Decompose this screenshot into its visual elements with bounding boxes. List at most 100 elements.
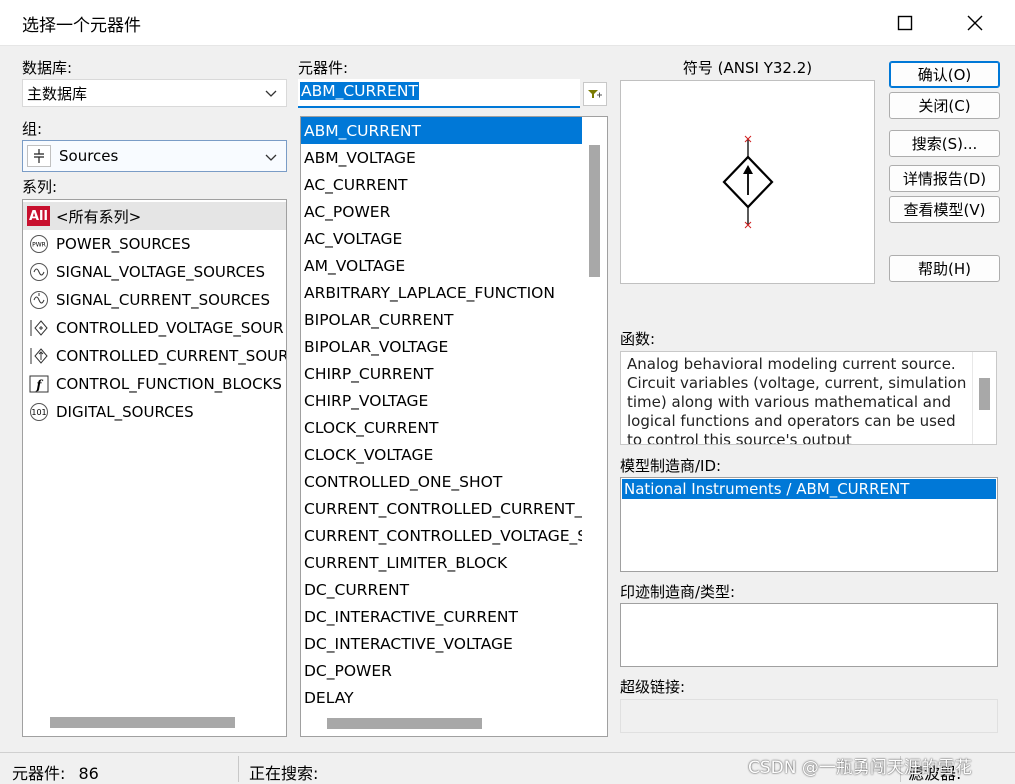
help-button[interactable]: 帮助(H) — [889, 255, 1000, 282]
function-label: 函数: — [620, 330, 656, 348]
component-list-item[interactable]: AM_VOLTAGE — [301, 252, 582, 279]
component-input-value: ABM_CURRENT — [300, 82, 419, 100]
digital-source-icon: 101 — [27, 402, 50, 422]
database-select[interactable]: 主数据库 — [22, 79, 287, 107]
model-manufacturer-label: 模型制造商/ID: — [620, 457, 722, 475]
scrollbar-thumb[interactable] — [50, 717, 235, 728]
component-list-item[interactable]: CLOCK_VOLTAGE — [301, 441, 582, 468]
family-item-label: CONTROLLED_VOLTAGE_SOUR — [56, 319, 284, 337]
group-select[interactable]: Sources — [22, 140, 287, 172]
component-list-item[interactable]: DC_POWER — [301, 657, 582, 684]
component-list-item[interactable]: DC_CURRENT — [301, 576, 582, 603]
family-item-label: SIGNAL_VOLTAGE_SOURCES — [56, 263, 266, 281]
component-list-item[interactable]: CLOCK_CURRENT — [301, 414, 582, 441]
chevron-down-icon — [265, 90, 277, 97]
hyperlink-field[interactable] — [620, 699, 998, 733]
component-list-item[interactable]: BIPOLAR_CURRENT — [301, 306, 582, 333]
sources-icon — [27, 145, 51, 167]
component-list-item[interactable]: BIPOLAR_VOLTAGE — [301, 333, 582, 360]
function-description: Analog behavioral modeling current sourc… — [620, 351, 997, 445]
controlled-current-icon — [27, 346, 50, 366]
filter-button[interactable] — [583, 82, 607, 106]
component-list-item[interactable]: CURRENT_CONTROLLED_CURRENT_S — [301, 495, 582, 522]
database-value: 主数据库 — [27, 84, 88, 103]
component-list-item[interactable]: CHIRP_VOLTAGE — [301, 387, 582, 414]
family-hscrollbar[interactable] — [23, 711, 286, 736]
list-item[interactable]: National Instruments / ABM_CURRENT — [622, 479, 996, 499]
svg-text:101: 101 — [31, 408, 46, 417]
family-item-controlled-current[interactable]: CONTROLLED_CURRENT_SOUR — [23, 342, 286, 370]
component-list-item[interactable]: ABM_VOLTAGE — [301, 144, 582, 171]
filter-icon — [588, 90, 602, 98]
group-label: 组: — [22, 120, 43, 138]
scrollbar-thumb[interactable] — [589, 145, 600, 277]
component-list-item[interactable]: AC_CURRENT — [301, 171, 582, 198]
function-text: Analog behavioral modeling current sourc… — [627, 355, 967, 445]
signal-voltage-icon — [27, 262, 50, 282]
component-list-item[interactable]: ABM_CURRENT — [301, 117, 582, 144]
component-list-item[interactable]: CONTROLLED_ONE_SHOT — [301, 468, 582, 495]
chevron-down-icon — [265, 154, 277, 161]
component-search-input[interactable]: ABM_CURRENT — [298, 79, 580, 108]
family-item-digital-sources[interactable]: 101 DIGITAL_SOURCES — [23, 398, 286, 426]
status-searching-label: 正在搜索: — [249, 764, 319, 783]
maximize-button[interactable] — [875, 0, 935, 46]
group-value: Sources — [59, 147, 119, 165]
family-label: 系列: — [22, 178, 58, 196]
scrollbar-thumb[interactable] — [327, 718, 482, 729]
component-list-item[interactable]: CURRENT_LIMITER_BLOCK — [301, 549, 582, 576]
family-item-controlled-voltage[interactable]: CONTROLLED_VOLTAGE_SOUR — [23, 314, 286, 342]
component-hscrollbar[interactable] — [301, 711, 607, 736]
family-item-power-sources[interactable]: PWR POWER_SOURCES — [23, 230, 286, 258]
database-label: 数据库: — [22, 59, 73, 77]
close-window-button[interactable] — [945, 0, 1005, 46]
family-item-signal-current[interactable]: SIGNAL_CURRENT_SOURCES — [23, 286, 286, 314]
family-list[interactable]: All <所有系列> PWR POWER_SOURCES SIGNAL_VOLT… — [22, 199, 287, 737]
power-source-icon: PWR — [27, 234, 50, 254]
function-block-icon: f — [27, 374, 50, 394]
symbol-label: 符号 (ANSI Y32.2) — [682, 59, 813, 77]
component-list-item[interactable]: DC_INTERACTIVE_VOLTAGE — [301, 630, 582, 657]
watermark: CSDN @一瓶勇闯天涯的雪花 — [748, 758, 972, 778]
component-list-item[interactable]: CHIRP_CURRENT — [301, 360, 582, 387]
ok-button[interactable]: 确认(O) — [889, 61, 1000, 88]
component-list-item[interactable]: AC_VOLTAGE — [301, 225, 582, 252]
family-item-signal-voltage[interactable]: SIGNAL_VOLTAGE_SOURCES — [23, 258, 286, 286]
all-icon: All — [27, 206, 50, 226]
signal-current-icon — [27, 290, 50, 310]
function-vscrollbar[interactable] — [972, 352, 996, 444]
component-list[interactable]: ABM_CURRENT ABM_VOLTAGE AC_CURRENT AC_POWER… — [300, 116, 608, 737]
search-button[interactable]: 搜索(S)... — [889, 130, 1000, 157]
close-button[interactable]: 关闭(C) — [889, 92, 1000, 119]
component-vscrollbar[interactable] — [583, 117, 607, 711]
family-item-label: CONTROLLED_CURRENT_SOUR — [56, 347, 286, 365]
family-item-all[interactable]: All <所有系列> — [23, 202, 286, 230]
maximize-icon — [897, 15, 913, 31]
detail-report-button[interactable]: 详情报告(D) — [889, 165, 1000, 192]
status-components-count: 86 — [78, 764, 99, 783]
family-item-label: CONTROL_FUNCTION_BLOCKS — [56, 375, 282, 393]
component-count-label: 元器件: 86 — [12, 760, 99, 784]
component-rows: ABM_CURRENT ABM_VOLTAGE AC_CURRENT AC_POWER… — [301, 117, 582, 711]
model-manufacturer-list[interactable]: National Instruments / ABM_CURRENT — [620, 477, 998, 572]
hyperlink-label: 超级链接: — [620, 678, 686, 696]
controlled-voltage-icon — [27, 318, 50, 338]
current-source-symbol — [722, 135, 774, 229]
view-model-button[interactable]: 查看模型(V) — [889, 196, 1000, 223]
family-item-label: POWER_SOURCES — [56, 235, 191, 253]
family-item-label: DIGITAL_SOURCES — [56, 403, 194, 421]
component-list-item[interactable]: ARBITRARY_LAPLACE_FUNCTION — [301, 279, 582, 306]
component-list-item[interactable]: CURRENT_CONTROLLED_VOLTAGE_S — [301, 522, 582, 549]
status-components-label: 元器件: — [12, 764, 66, 783]
status-divider — [238, 756, 239, 782]
close-icon — [967, 15, 983, 31]
component-list-item[interactable]: AC_POWER — [301, 198, 582, 225]
family-item-control-function[interactable]: f CONTROL_FUNCTION_BLOCKS — [23, 370, 286, 398]
scrollbar-thumb[interactable] — [979, 378, 990, 410]
component-list-item[interactable]: DC_INTERACTIVE_CURRENT — [301, 603, 582, 630]
component-list-item[interactable]: DELAY — [301, 684, 582, 711]
footprint-list[interactable] — [620, 603, 998, 667]
family-item-label: <所有系列> — [56, 207, 142, 226]
footprint-label: 印迹制造商/类型: — [620, 583, 736, 601]
title-bar: 选择一个元器件 — [0, 0, 1015, 46]
